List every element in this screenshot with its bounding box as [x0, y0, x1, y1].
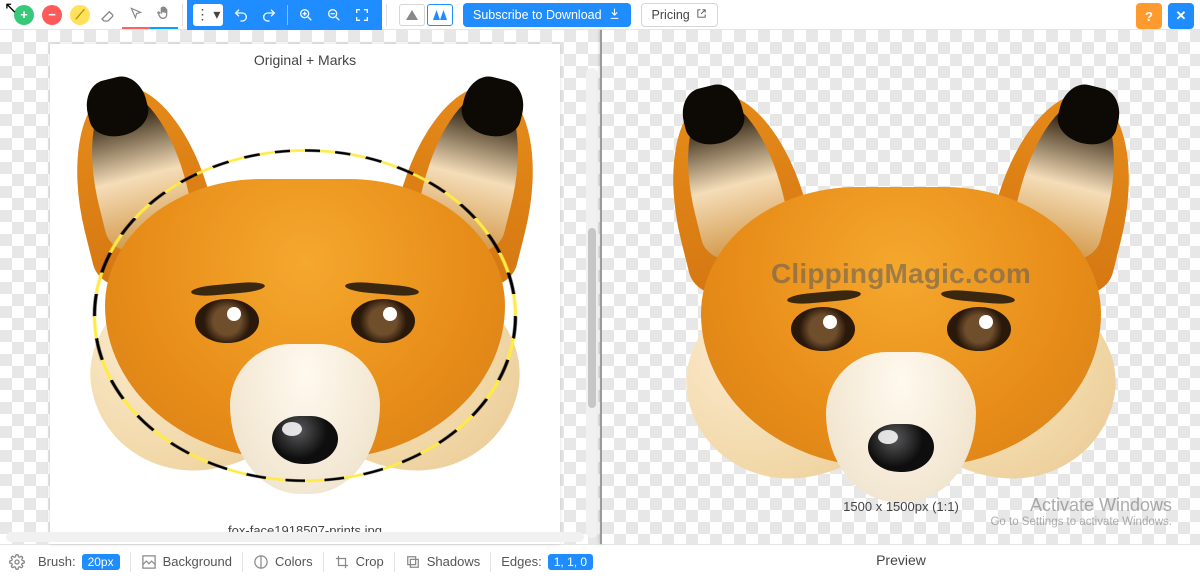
fox-image-original [75, 84, 535, 504]
shadows-icon [405, 554, 421, 570]
crop-control[interactable]: Crop [334, 554, 384, 570]
settings-gear-icon[interactable] [6, 551, 28, 573]
pricing-button[interactable]: Pricing [641, 3, 718, 27]
fit-screen-button[interactable] [348, 2, 376, 28]
brush-value: 20px [82, 554, 120, 570]
subscribe-download-button[interactable]: Subscribe to Download [463, 3, 631, 27]
panel-original: Original + Marks fox-face1918507-prints.… [0, 30, 600, 544]
view-split[interactable] [427, 4, 453, 26]
crop-icon [334, 554, 350, 570]
preview-dimensions: 1500 x 1500px (1:1) [602, 499, 1200, 514]
background-control[interactable]: Background [141, 554, 232, 570]
add-mark-tool[interactable]: + [14, 5, 34, 25]
colors-icon [253, 554, 269, 570]
preview-title: Preview [602, 544, 1200, 568]
original-canvas[interactable]: Original + Marks fox-face1918507-prints.… [50, 44, 560, 544]
download-icon [608, 7, 621, 23]
edges-value: 1, 1, 0 [548, 554, 593, 570]
shadows-control[interactable]: Shadows [405, 554, 480, 570]
fox-image-preview [671, 92, 1131, 512]
crop-label: Crop [356, 554, 384, 569]
help-button[interactable]: ? [1136, 3, 1162, 29]
shadows-label: Shadows [427, 554, 480, 569]
subscribe-label: Subscribe to Download [473, 8, 602, 22]
hair-tool[interactable]: ⟋ [70, 5, 90, 25]
compare-view-toggle [397, 2, 455, 28]
options-dropdown[interactable]: ⋮ ▾ [193, 4, 223, 26]
edges-control[interactable]: Edges: 1, 1, 0 [501, 554, 593, 570]
background-label: Background [163, 554, 232, 569]
pointer-tool[interactable] [122, 1, 150, 29]
brush-control[interactable]: Brush: 20px [38, 554, 120, 570]
brush-label: Brush: [38, 554, 76, 569]
vertical-scrollbar[interactable] [586, 68, 598, 538]
undo-button[interactable] [227, 2, 255, 28]
edges-label: Edges: [501, 554, 541, 569]
close-button[interactable]: ✕ [1168, 3, 1194, 29]
colors-control[interactable]: Colors [253, 554, 313, 570]
colors-label: Colors [275, 554, 313, 569]
zoom-out-button[interactable] [320, 2, 348, 28]
eraser-tool[interactable] [94, 1, 122, 29]
zoom-in-button[interactable] [292, 2, 320, 28]
background-icon [141, 554, 157, 570]
external-link-icon [696, 8, 707, 22]
workspace: Original + Marks fox-face1918507-prints.… [0, 30, 1200, 544]
view-single[interactable] [399, 4, 425, 26]
panel-preview: Preview ClippingMagic.com 1500 x 1500px … [602, 30, 1200, 544]
redo-button[interactable] [255, 2, 283, 28]
pan-tool[interactable] [150, 1, 178, 29]
original-title: Original + Marks [50, 44, 560, 68]
blue-toolbar-segment: ⋮ ▾ [187, 0, 382, 30]
top-toolbar: ↖ + − ⟋ ⋮ ▾ [0, 0, 1200, 30]
horizontal-scrollbar[interactable] [6, 532, 584, 542]
pricing-label: Pricing [652, 8, 690, 22]
remove-mark-tool[interactable]: − [42, 5, 62, 25]
